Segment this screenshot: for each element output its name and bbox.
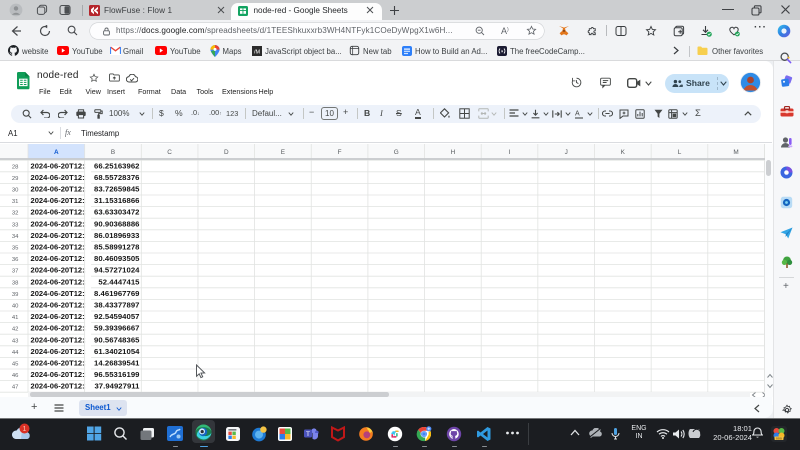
svg-text:2024-06-20T12:2: 2024-06-20T12:2: [31, 242, 89, 251]
svg-text:1: 1: [23, 426, 27, 433]
svg-text:35: 35: [12, 245, 19, 251]
svg-text:H: H: [451, 149, 456, 156]
svg-text:D: D: [224, 149, 229, 156]
svg-text:2024-06-20T12:2: 2024-06-20T12:2: [31, 161, 89, 170]
svg-text:43: 43: [12, 338, 19, 344]
svg-text:92.54594057: 92.54594057: [94, 312, 139, 321]
svg-text:2024-06-20T12:2: 2024-06-20T12:2: [31, 346, 89, 355]
svg-text:2024-06-20T12:2: 2024-06-20T12:2: [31, 277, 89, 286]
svg-text:46: 46: [12, 373, 19, 379]
svg-text:2024-06-20T12:2: 2024-06-20T12:2: [31, 207, 89, 216]
svg-text:68.55728376: 68.55728376: [94, 172, 139, 181]
svg-text:T: T: [306, 431, 310, 438]
svg-text:42: 42: [12, 326, 19, 332]
svg-text:8.461967769: 8.461967769: [94, 288, 139, 297]
svg-text:C: C: [167, 149, 172, 156]
svg-text:2024-06-20T12:2: 2024-06-20T12:2: [31, 288, 89, 297]
svg-text:29: 29: [12, 175, 19, 181]
svg-text:38.43377897: 38.43377897: [94, 300, 139, 309]
svg-text:44: 44: [12, 349, 19, 355]
svg-text:63.63303472: 63.63303472: [94, 207, 139, 216]
svg-text:32: 32: [12, 210, 19, 216]
svg-text:80.46093505: 80.46093505: [94, 254, 140, 263]
svg-text:2024-06-20T12:2: 2024-06-20T12:2: [31, 335, 89, 344]
svg-text:E: E: [281, 149, 285, 156]
svg-text:83.72659845: 83.72659845: [94, 184, 140, 193]
svg-text:59.39396667: 59.39396667: [94, 323, 139, 332]
svg-text:2024-06-20T12:2: 2024-06-20T12:2: [31, 381, 89, 390]
svg-text:K: K: [621, 149, 626, 156]
svg-text:52.4447415: 52.4447415: [98, 277, 140, 286]
svg-text:B: B: [111, 149, 115, 156]
svg-text:A: A: [575, 110, 580, 117]
svg-text:2024-06-20T12:2: 2024-06-20T12:2: [31, 265, 89, 274]
svg-text:28: 28: [12, 164, 19, 170]
svg-text:66.25163962: 66.25163962: [94, 161, 139, 170]
svg-text:G: G: [394, 149, 399, 156]
svg-text:2024-06-20T12:2: 2024-06-20T12:2: [31, 358, 89, 367]
svg-text:2024-06-20T12:2: 2024-06-20T12:2: [31, 254, 89, 263]
svg-text:31: 31: [12, 199, 19, 205]
svg-text:30: 30: [12, 187, 19, 193]
svg-text:39: 39: [12, 291, 19, 297]
svg-text:2024-06-20T12:2: 2024-06-20T12:2: [31, 323, 89, 332]
svg-text:2024-06-20T12:2: 2024-06-20T12:2: [31, 219, 89, 228]
svg-text:2024-06-20T12:2: 2024-06-20T12:2: [31, 370, 89, 379]
svg-text:90.56748365: 90.56748365: [94, 335, 140, 344]
svg-text:L: L: [678, 149, 682, 156]
svg-text:2024-06-20T12:2: 2024-06-20T12:2: [31, 312, 89, 321]
svg-text:96.55316199: 96.55316199: [94, 370, 139, 379]
svg-text:33: 33: [12, 222, 19, 228]
svg-text:I: I: [509, 149, 511, 156]
svg-text:41: 41: [12, 315, 19, 321]
svg-text:37.94927911: 37.94927911: [94, 381, 140, 390]
svg-text:2024-06-20T12:2: 2024-06-20T12:2: [31, 196, 89, 205]
svg-text:86.01896933: 86.01896933: [94, 230, 139, 239]
svg-text:90.90368886: 90.90368886: [94, 219, 139, 228]
svg-text:45: 45: [12, 361, 19, 367]
svg-text:31.15316866: 31.15316866: [94, 196, 139, 205]
svg-text:BBB: BBB: [776, 436, 782, 440]
svg-text:M: M: [733, 149, 738, 156]
svg-text:A: A: [54, 149, 59, 156]
svg-text:40: 40: [12, 303, 19, 309]
svg-text:J: J: [565, 149, 568, 156]
svg-text:2024-06-20T12:2: 2024-06-20T12:2: [31, 184, 89, 193]
svg-text:/M: /M: [254, 49, 261, 55]
svg-text:61.34021054: 61.34021054: [94, 346, 140, 355]
svg-text:38: 38: [12, 280, 19, 286]
svg-text:47: 47: [12, 384, 19, 390]
svg-text:94.57271024: 94.57271024: [94, 265, 140, 274]
svg-text:85.58991278: 85.58991278: [94, 242, 140, 251]
svg-text:36: 36: [12, 257, 19, 263]
svg-text:2024-06-20T12:2: 2024-06-20T12:2: [31, 172, 89, 181]
svg-text:F: F: [338, 149, 342, 156]
svg-text:2024-06-20T12:2: 2024-06-20T12:2: [31, 300, 89, 309]
svg-text:14.26839541: 14.26839541: [94, 358, 140, 367]
svg-text:34: 34: [12, 233, 19, 239]
svg-text:2024-06-20T12:2: 2024-06-20T12:2: [31, 230, 89, 239]
svg-text:37: 37: [12, 268, 19, 274]
